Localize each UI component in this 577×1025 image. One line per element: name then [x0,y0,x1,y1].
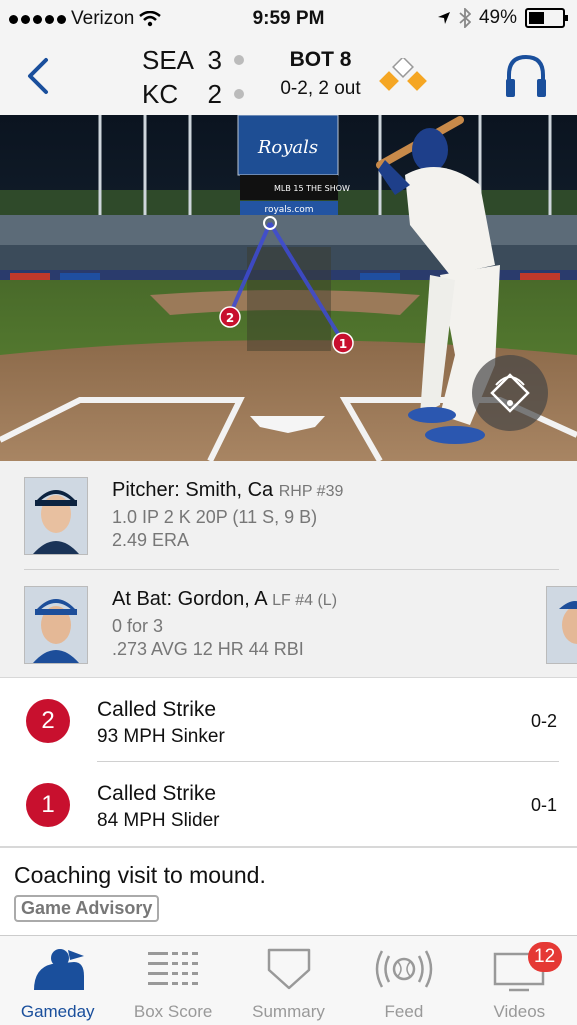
headphones-icon[interactable] [503,51,549,101]
batter-name: At Bat: Gordon, A [112,588,267,610]
pitch-list: 2 Called Strike 93 MPH Sinker 0-2 1 Call… [0,678,577,846]
away-runs: 3 [207,45,222,75]
tab-feed[interactable]: Feed [346,936,461,1025]
videos-count-badge: 12 [527,942,562,972]
pitch-marker-2: 2 [226,311,234,325]
pitcher-position: RHP #39 [278,483,344,500]
game-header: SEA 3 KC 2 BOT 8 0-2, 2 out [0,38,577,115]
tab-label: Box Score [133,1002,213,1021]
summary-icon [267,948,310,990]
tab-label: Feed [384,1002,424,1021]
gameday-icon [33,949,84,990]
home-runs: 2 [207,79,222,109]
feed-icon [375,950,433,988]
advisory-text: Coaching visit to mound. [14,862,266,888]
count-outs: 0-2, 2 out [280,78,361,99]
next-batter-photo[interactable] [546,586,577,664]
pitch-marker-1: 1 [339,337,347,351]
game-advisory: Coaching visit to mound. Game Advisory [14,862,266,922]
pitcher-name: Pitcher: Smith, Ca [112,479,274,501]
stadium-site-text: royals.com [264,205,313,215]
box-score-icon [148,952,199,985]
battery-percent: 49% [478,7,517,28]
tab-label: Videos [493,1002,546,1021]
pitch-row[interactable]: 2 Called Strike 93 MPH Sinker 0-2 [0,678,577,762]
batter-season-stats: .273 AVG 12 HR 44 RBI [112,639,304,659]
location-icon [437,12,450,24]
status-bar: Verizon 9:59 PM 49% [0,0,577,38]
pitcher-era: 2.49 ERA [112,530,190,550]
pitch-result: Called Strike [97,782,217,805]
stadium-scoreboard-text: Royals [257,137,318,158]
baseball-diamond-icon [490,373,530,413]
tab-box-score[interactable]: Box Score [115,936,230,1025]
away-team: SEA [142,45,195,75]
tab-bar: Gameday Box Score Summary Feed 12 Videos [0,935,577,1025]
pitch-count: 0-2 [530,711,557,731]
pitch-number-badge: 1 [26,783,70,827]
pitch-count: 0-1 [530,795,557,815]
bluetooth-icon [459,8,471,28]
away-indicator [234,55,244,65]
pitch-row[interactable]: 1 Called Strike 84 MPH Slider 0-1 [0,762,577,846]
home-indicator [234,89,244,99]
tab-label: Gameday [20,1002,95,1021]
field-view-toggle-button[interactable] [472,355,548,431]
tab-summary[interactable]: Summary [231,936,346,1025]
linescore: SEA 3 KC 2 [142,43,244,111]
advisory-badge: Game Advisory [14,895,160,922]
matchup-panel: Pitcher: Smith, Ca RHP #39 1.0 IP 2 K 20… [0,461,577,678]
stadium-ad-text: MLB 15 THE SHOW [274,184,350,193]
inning: BOT 8 [289,48,352,71]
home-team: KC [142,79,179,109]
tab-videos[interactable]: 12 Videos [462,936,577,1025]
divider [0,846,577,848]
batter-game-stats: 0 for 3 [112,616,164,636]
pitch-detail: 84 MPH Slider [97,810,220,831]
battery-icon [525,8,568,28]
batter-photo [24,586,88,664]
game-situation: BOT 8 0-2, 2 out [268,48,373,100]
pitch-result: Called Strike [97,698,217,721]
tab-label: Summary [252,1002,325,1021]
back-arrow-icon[interactable] [22,54,62,98]
pitch-number-badge: 2 [26,699,70,743]
batter-position: LF #4 (L) [272,592,338,609]
bases-diamond-icon [379,58,427,91]
pitcher-line-stats: 1.0 IP 2 K 20P (11 S, 9 B) [112,507,318,527]
pitch-detail: 93 MPH Sinker [97,726,225,747]
batter-card[interactable]: At Bat: Gordon, A LF #4 (L) 0 for 3 .273… [0,570,577,670]
gameday-field-view: Royals MLB 15 THE SHOW royals.com 2 1 [0,115,577,461]
tab-gameday[interactable]: Gameday [0,936,115,1025]
pitcher-card[interactable]: Pitcher: Smith, Ca RHP #39 1.0 IP 2 K 20… [0,461,577,561]
pitcher-photo [24,477,88,555]
